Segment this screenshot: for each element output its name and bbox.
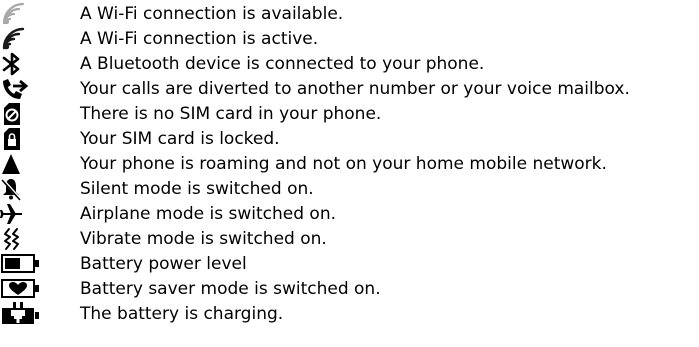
airplane-mode-icon <box>0 201 40 227</box>
list-item: Battery power level <box>0 251 699 277</box>
list-item: Battery saver mode is switched on. <box>0 276 699 302</box>
battery-saver-icon <box>0 276 40 302</box>
list-item-label: Battery power level <box>80 254 247 274</box>
list-item: The battery is charging. <box>0 301 699 327</box>
list-item: Your SIM card is locked. <box>0 126 699 152</box>
vibrate-mode-icon <box>0 226 40 252</box>
roaming-icon <box>0 151 40 177</box>
list-item-label: A Wi-Fi connection is available. <box>80 4 344 24</box>
wifi-available-icon <box>0 1 40 27</box>
list-item-label: Vibrate mode is switched on. <box>80 229 327 249</box>
battery-charging-icon <box>0 301 40 327</box>
battery-level-icon <box>0 251 40 277</box>
list-item-label: A Wi-Fi connection is active. <box>80 29 319 49</box>
list-item-label: Silent mode is switched on. <box>80 179 314 199</box>
list-item: A Wi-Fi connection is active. <box>0 26 699 52</box>
list-item-label: Airplane mode is switched on. <box>80 204 337 224</box>
list-item-label: Battery saver mode is switched on. <box>80 279 381 299</box>
list-item: Silent mode is switched on. <box>0 176 699 202</box>
list-item-label: Your phone is roaming and not on your ho… <box>80 154 607 174</box>
list-item: Vibrate mode is switched on. <box>0 226 699 252</box>
list-item: Your calls are diverted to another numbe… <box>0 76 699 102</box>
list-item-label: The battery is charging. <box>80 304 284 324</box>
no-sim-icon <box>0 101 40 127</box>
list-item: Airplane mode is switched on. <box>0 201 699 227</box>
list-item-label: There is no SIM card in your phone. <box>80 104 382 124</box>
list-item-label: Your calls are diverted to another numbe… <box>80 79 630 99</box>
sim-locked-icon <box>0 126 40 152</box>
list-item: A Wi-Fi connection is available. <box>0 1 699 27</box>
list-item-label: Your SIM card is locked. <box>80 129 280 149</box>
wifi-active-icon <box>0 26 40 52</box>
call-divert-icon <box>0 76 40 102</box>
list-item: A Bluetooth device is connected to your … <box>0 51 699 77</box>
bluetooth-icon <box>0 51 40 77</box>
list-item-label: A Bluetooth device is connected to your … <box>80 54 485 74</box>
list-item: There is no SIM card in your phone. <box>0 101 699 127</box>
silent-mode-icon <box>0 176 40 202</box>
list-item: Your phone is roaming and not on your ho… <box>0 151 699 177</box>
